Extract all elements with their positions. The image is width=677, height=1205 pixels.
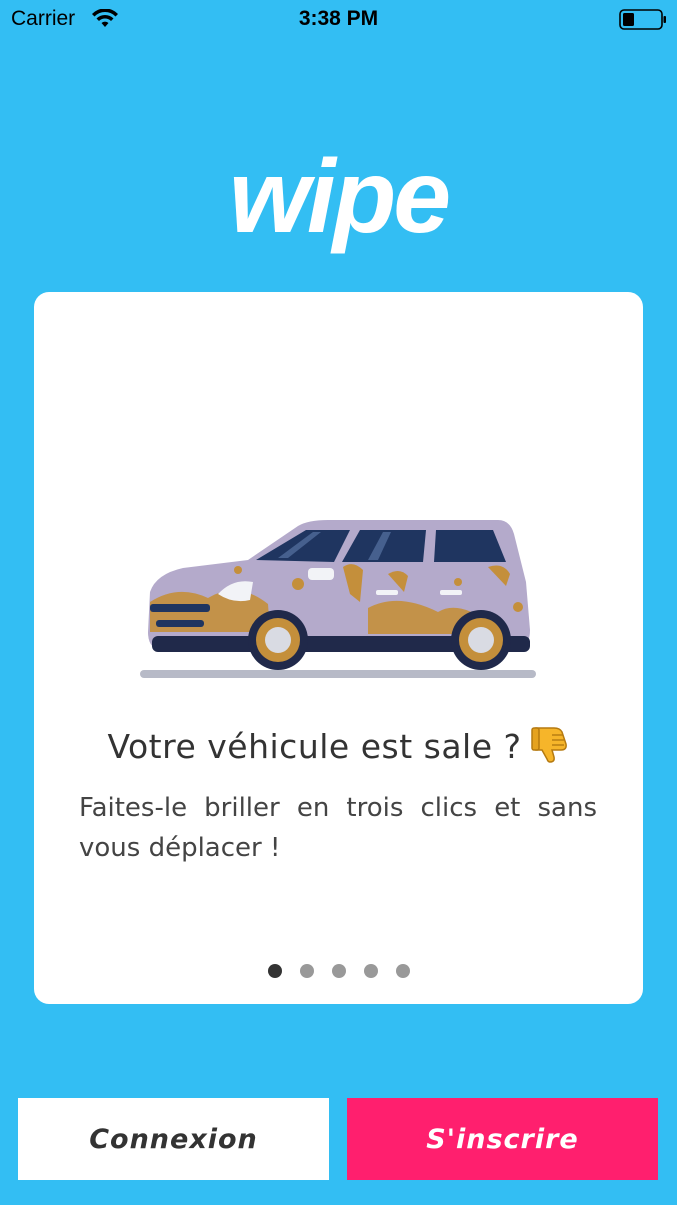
onboarding-card[interactable]: Votre véhicule est sale ? Faites-le bril… (34, 292, 643, 1004)
clock: 3:38 PM (298, 7, 379, 30)
page-indicator[interactable] (34, 964, 643, 978)
app-logo: wipe (228, 139, 451, 255)
status-bar: Carrier 3:38 PM (0, 0, 677, 40)
onboarding-title: Votre véhicule est sale ? (34, 724, 643, 772)
page-dot[interactable] (299, 964, 314, 978)
login-button[interactable]: Connexion (18, 1098, 329, 1180)
onboarding-description: Faites-le briller en trois clics et sans… (79, 793, 597, 863)
thumbs-down-icon (530, 724, 570, 772)
onboarding-title-text: Votre véhicule est sale ? (107, 727, 522, 766)
page-dot[interactable] (331, 964, 346, 978)
signup-button[interactable]: S'inscrire (347, 1098, 658, 1180)
dirty-car-illustration (140, 520, 536, 678)
page-dot-active[interactable] (267, 964, 282, 978)
battery-icon (619, 9, 666, 30)
page-dot[interactable] (363, 964, 378, 978)
page-dot[interactable] (395, 964, 410, 978)
